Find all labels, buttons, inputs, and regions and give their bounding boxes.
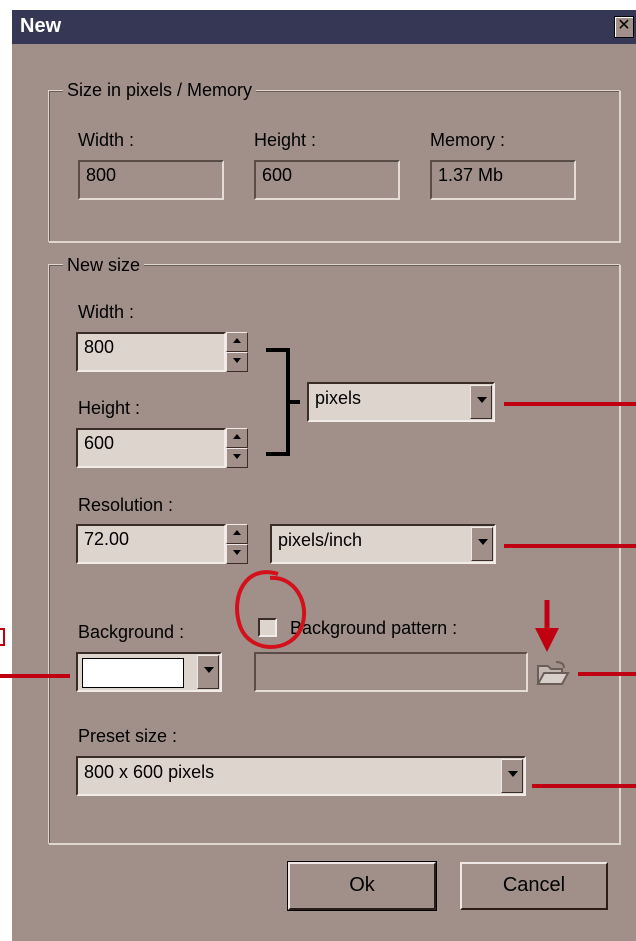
- size-unit-select[interactable]: pixels: [307, 382, 495, 422]
- memory-value-field: 1.37 Mb: [430, 160, 576, 200]
- resolution-unit-value: pixels/inch: [278, 530, 363, 550]
- height-label: Height :: [78, 398, 141, 418]
- link-bracket-icon: [266, 348, 300, 456]
- annotation-circle-icon: [235, 570, 306, 649]
- height-spinner[interactable]: [226, 428, 248, 468]
- annotation-line-background: [0, 674, 70, 678]
- title-bar[interactable]: New ✕: [12, 10, 636, 44]
- background-color-swatch: [82, 658, 184, 688]
- annotation-line-unit: [504, 402, 636, 406]
- height-spin-down-icon[interactable]: [226, 448, 248, 468]
- annotation-line-resolution: [504, 544, 636, 548]
- memory-width-field: 800: [78, 160, 224, 200]
- memory-height-field: 600: [254, 160, 400, 200]
- resolution-spin-down-icon[interactable]: [226, 544, 248, 564]
- new-size-group-title: New size: [63, 255, 145, 276]
- background-label: Background :: [78, 622, 185, 642]
- memory-width-label: Width :: [78, 130, 135, 150]
- width-spin-down-icon[interactable]: [226, 352, 248, 372]
- memory-group-title: Size in pixels / Memory: [63, 80, 257, 101]
- width-spinner[interactable]: [226, 332, 248, 372]
- resolution-spin-up-icon[interactable]: [226, 524, 248, 544]
- height-input[interactable]: 600: [76, 428, 226, 468]
- ok-button[interactable]: Ok: [287, 861, 437, 911]
- width-spin-up-icon[interactable]: [226, 332, 248, 352]
- preset-size-label: Preset size :: [78, 726, 178, 746]
- width-input[interactable]: 800: [76, 332, 226, 372]
- background-color-select[interactable]: [76, 652, 222, 692]
- height-spin-up-icon[interactable]: [226, 428, 248, 448]
- memory-height-label: Height :: [254, 130, 317, 150]
- resolution-spinner[interactable]: [226, 524, 248, 564]
- dialog-title: New: [20, 15, 62, 37]
- resolution-unit-select[interactable]: pixels/inch: [270, 524, 496, 564]
- resolution-input[interactable]: 72.00: [76, 524, 226, 564]
- width-label: Width :: [78, 302, 135, 322]
- background-pattern-path-field: [254, 652, 528, 692]
- new-dialog: New ✕ Size in pixels / Memory Width : 80…: [12, 10, 636, 941]
- size-unit-dropdown-icon[interactable]: [470, 385, 492, 419]
- resolution-label: Resolution :: [78, 495, 174, 515]
- annotation-line-folder: [578, 672, 636, 676]
- size-unit-value: pixels: [315, 388, 362, 408]
- memory-label: Memory :: [430, 130, 506, 150]
- folder-open-icon[interactable]: [536, 660, 570, 688]
- annotation-line-preset: [532, 784, 636, 788]
- background-pattern-label: Background pattern :: [290, 618, 458, 638]
- annotation-edge-mark: [0, 628, 5, 646]
- annotation-arrow-icon: [535, 600, 559, 652]
- resolution-unit-dropdown-icon[interactable]: [471, 527, 493, 561]
- background-color-dropdown-icon[interactable]: [197, 655, 219, 689]
- close-button[interactable]: ✕: [614, 16, 634, 38]
- preset-size-value: 800 x 600 pixels: [84, 762, 215, 782]
- cancel-button[interactable]: Cancel: [460, 862, 608, 910]
- preset-size-dropdown-icon[interactable]: [501, 759, 523, 793]
- preset-size-select[interactable]: 800 x 600 pixels: [76, 756, 526, 796]
